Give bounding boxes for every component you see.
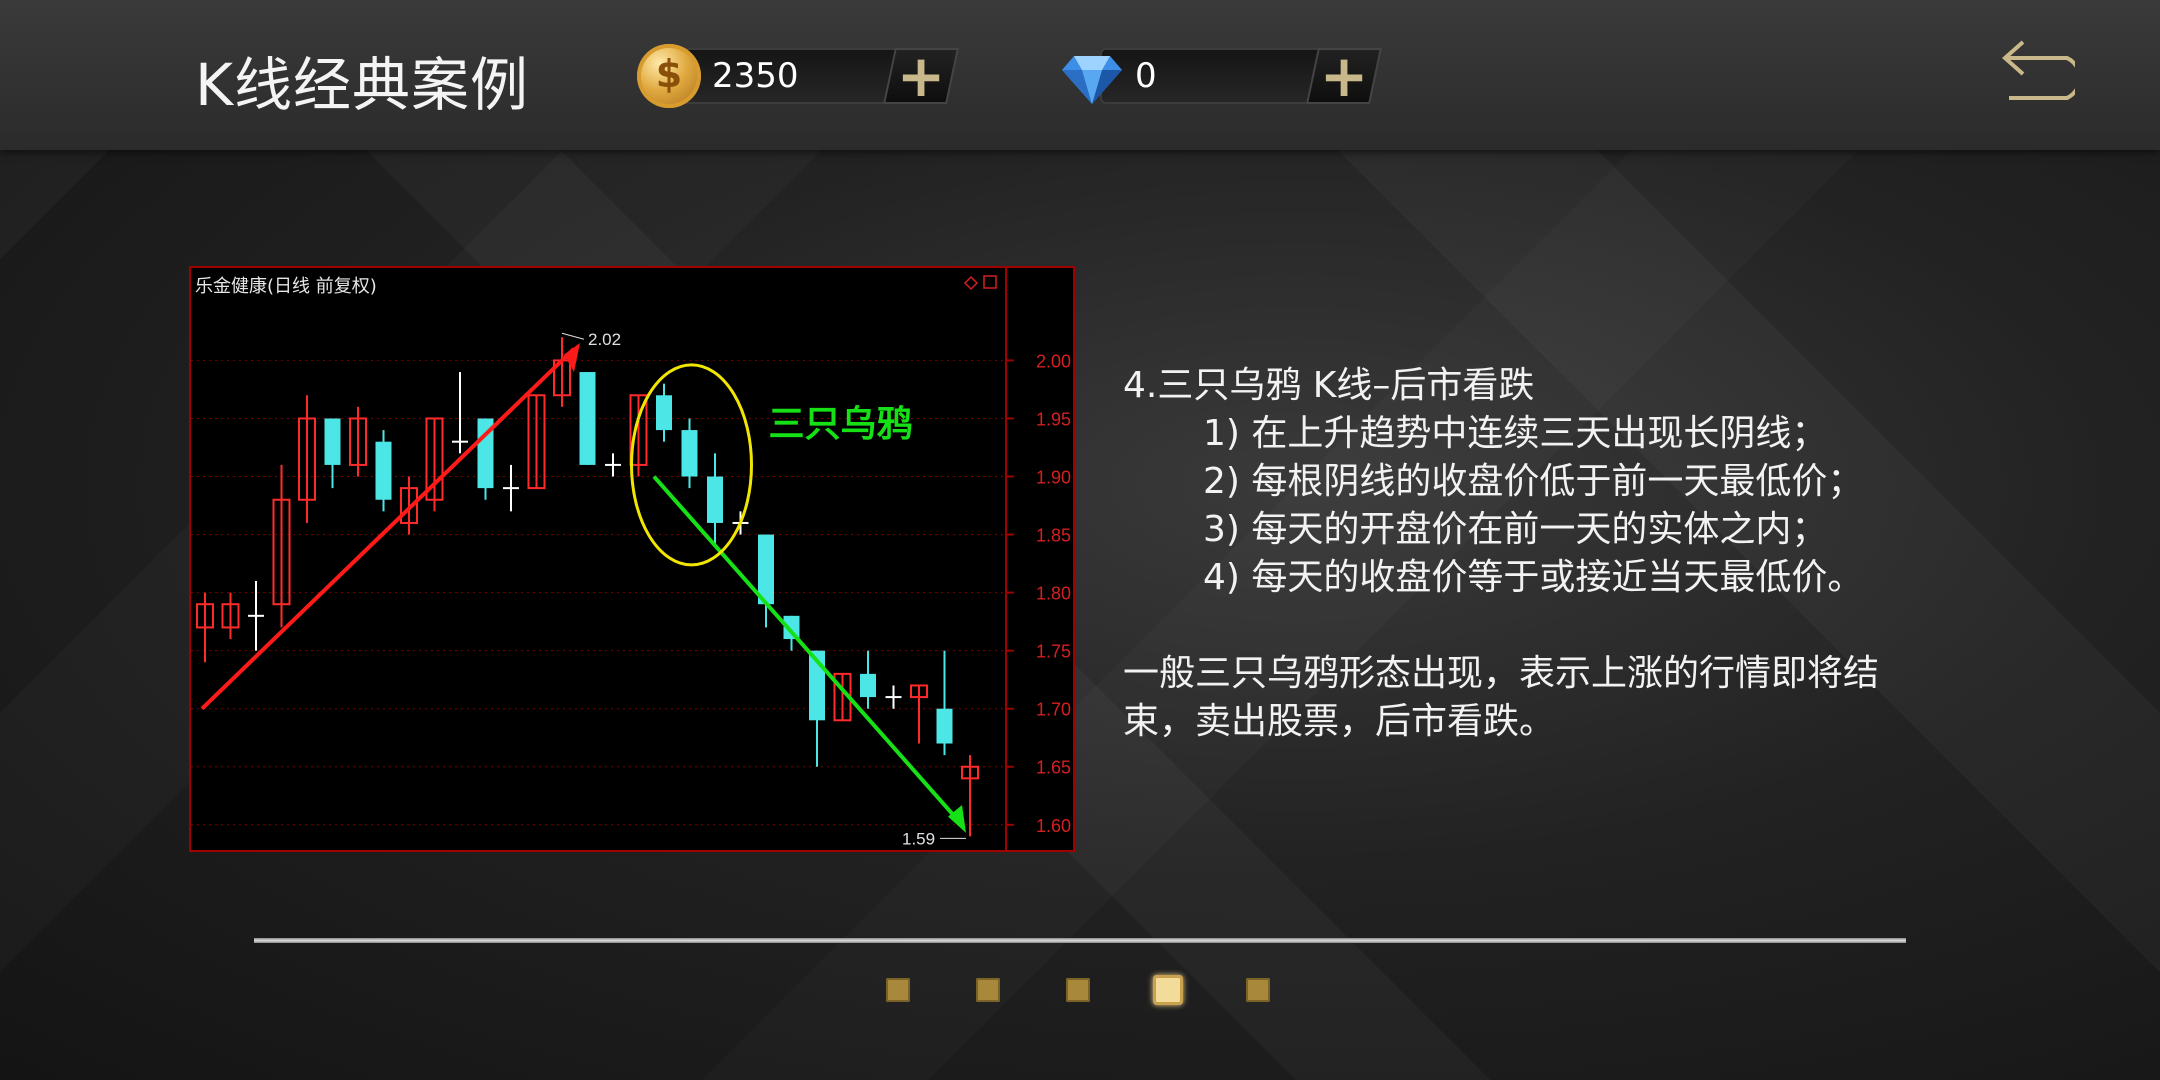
candle-body-down bbox=[579, 372, 596, 465]
y-tick-label: 1.60 bbox=[1036, 816, 1071, 836]
add-diamonds-button[interactable]: + bbox=[1306, 42, 1382, 110]
summary-line: 一般三只乌鸦形态出现，表示上涨的行情即将结 bbox=[1123, 653, 1880, 694]
low-price-label: 1.59 bbox=[902, 829, 935, 848]
candle-body-down bbox=[656, 395, 672, 431]
page-dot[interactable] bbox=[1066, 978, 1090, 1002]
top-bar: K线经典案例 $ 2350 + 0 + bbox=[0, 0, 2160, 150]
stock-name-label: 乐金健康(日线 前复权) bbox=[195, 276, 377, 297]
rule-item: 3) 每天的开盘价在前一天的实体之内； bbox=[1203, 509, 1828, 550]
add-coins-button[interactable]: + bbox=[883, 42, 959, 110]
page-dot[interactable] bbox=[976, 978, 1000, 1002]
candle-body-down bbox=[936, 708, 953, 744]
y-tick-label: 1.95 bbox=[1036, 409, 1071, 429]
page-dot[interactable] bbox=[1153, 975, 1183, 1005]
high-price-pointer bbox=[561, 332, 585, 340]
y-tick-label: 1.65 bbox=[1036, 758, 1071, 778]
page-dot[interactable] bbox=[1246, 978, 1270, 1002]
diamond-icon bbox=[1062, 56, 1122, 104]
y-tick-label: 1.85 bbox=[1036, 526, 1071, 546]
candle-body-down bbox=[860, 673, 876, 698]
back-arrow-icon[interactable] bbox=[1995, 36, 2075, 106]
candle-body-down bbox=[681, 430, 698, 477]
coin-icon: $ bbox=[637, 44, 701, 108]
diamond-marker-icon bbox=[963, 275, 979, 291]
uptrend-arrowhead bbox=[564, 343, 580, 373]
diamond-value: 0 bbox=[1135, 56, 1157, 96]
rule-item: 1) 在上升趋势中连续三天出现长阴线； bbox=[1203, 413, 1828, 454]
high-price-label: 2.02 bbox=[588, 330, 621, 349]
rule-item: 4) 每天的收盘价等于或接近当天最低价。 bbox=[1203, 557, 1864, 598]
pattern-label: 三只乌鸦 bbox=[769, 404, 913, 445]
description-panel: 4.三只乌鸦 K线–后市看跌 1) 在上升趋势中连续三天出现长阴线； 2) 每根… bbox=[1123, 362, 2083, 746]
uptrend-arrow bbox=[200, 347, 576, 711]
page-title: K线经典案例 bbox=[195, 51, 530, 119]
y-tick-label: 2.00 bbox=[1036, 351, 1071, 371]
candle-body-down bbox=[324, 418, 341, 465]
window-toggle-icon bbox=[983, 275, 997, 289]
downtrend-arrow bbox=[652, 475, 964, 827]
candlestick-chart: 2.00 1.95 1.90 1.85 1.80 1.75 1.70 1.65 1.60 三只乌鸦… bbox=[189, 266, 1075, 852]
plus-icon: + bbox=[896, 42, 946, 110]
candle-body-down bbox=[375, 441, 392, 500]
summary-line: 束，卖出股票，后市看跌。 bbox=[1123, 701, 1556, 742]
divider bbox=[254, 938, 1906, 943]
plus-icon: + bbox=[1319, 42, 1369, 110]
page-dot[interactable] bbox=[886, 978, 910, 1002]
rule-item: 2) 每根阴线的收盘价低于前一天最低价； bbox=[1203, 461, 1864, 502]
coin-value: 2350 bbox=[712, 56, 799, 96]
y-tick-label: 1.70 bbox=[1036, 700, 1071, 720]
candle-body-down bbox=[758, 534, 774, 605]
chart-canvas: 2.00 1.95 1.90 1.85 1.80 1.75 1.70 1.65 1.60 三只乌鸦… bbox=[191, 268, 1071, 850]
candle-body-down bbox=[707, 476, 723, 523]
y-tick-label: 1.90 bbox=[1036, 468, 1071, 488]
y-tick-label: 1.75 bbox=[1036, 642, 1071, 662]
y-tick-label: 1.80 bbox=[1036, 584, 1071, 604]
description-heading: 4.三只乌鸦 K线–后市看跌 bbox=[1123, 365, 1535, 406]
